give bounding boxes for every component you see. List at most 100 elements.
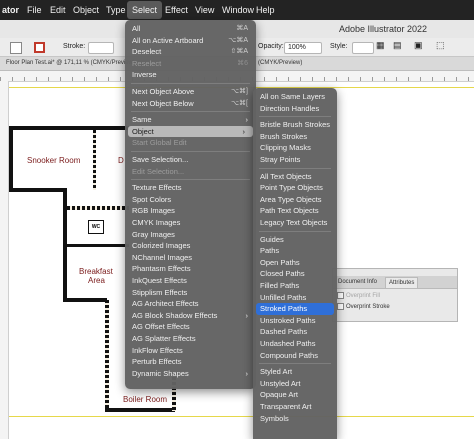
menu-item-label: Undashed Paths [260, 339, 316, 348]
menu-item-label: Next Object Below [132, 98, 194, 108]
menu-item-label: NChannel Images [132, 252, 193, 262]
object-submenu-item-direction-handles[interactable]: Direction Handles [253, 103, 337, 115]
overprint-stroke-row[interactable]: Overprint Stroke [337, 303, 390, 312]
object-submenu-item-stroked-paths[interactable]: Stroked Paths [256, 303, 334, 315]
transform-icon[interactable]: ▣ [414, 40, 423, 50]
select-menu-item-all[interactable]: All ⌘A [125, 23, 256, 35]
object-submenu-item-transparent-art[interactable]: Transparent Art [253, 401, 337, 413]
select-menu-item-ag-offset-effects[interactable]: AG Offset Effects [125, 321, 256, 333]
object-submenu-item-point-type-objects[interactable]: Point Type Objects [253, 182, 337, 194]
select-menu-item-ag-splatter-effects[interactable]: AG Splatter Effects [125, 333, 256, 345]
object-submenu-item-clipping-masks[interactable]: Clipping Masks [253, 142, 337, 154]
select-menu-item-cmyk-images[interactable]: CMYK Images [125, 217, 256, 229]
menu-item-label: Direction Handles [260, 103, 320, 113]
overprint-stroke-checkbox[interactable] [337, 303, 344, 310]
menu-view[interactable]: View [195, 0, 214, 20]
arrange-icon[interactable]: ⬚ [436, 40, 445, 50]
menu-item-label: Perturb Effects [132, 357, 182, 367]
select-menu-item-inverse[interactable]: Inverse [125, 69, 256, 81]
object-submenu-item-symbols[interactable]: Symbols [253, 413, 337, 425]
menu-file[interactable]: File [27, 0, 42, 20]
select-menu-item-next-object-above[interactable]: Next Object Above ⌥⌘] [125, 86, 256, 98]
menu-item-label: Dynamic Shapes [132, 368, 189, 378]
select-menu-item-stipplism-effects[interactable]: Stipplism Effects [125, 287, 256, 299]
select-menu-item-inkquest-effects[interactable]: InkQuest Effects [125, 275, 256, 287]
object-submenu-item-unstyled-art[interactable]: Unstyled Art [253, 378, 337, 390]
object-submenu-item-all-on-same-layers[interactable]: All on Same Layers [253, 91, 337, 103]
object-submenu-item-brush-strokes[interactable]: Brush Strokes [253, 131, 337, 143]
object-submenu-item-dashed-paths[interactable]: Dashed Paths [253, 326, 337, 338]
object-submenu-item-unfilled-paths[interactable]: Unfilled Paths [253, 292, 337, 304]
menu-separator [131, 179, 250, 181]
object-submenu-item-filled-paths[interactable]: Filled Paths [253, 280, 337, 292]
select-menu-item-ag-architect-effects[interactable]: AG Architect Effects [125, 298, 256, 310]
object-submenu-item-all-text-objects[interactable]: All Text Objects [253, 171, 337, 183]
select-menu-item-nchannel-images[interactable]: NChannel Images [125, 252, 256, 264]
object-submenu-item-styled-art[interactable]: Styled Art [253, 366, 337, 378]
object-submenu-item-legacy-text-objects[interactable]: Legacy Text Objects [253, 217, 337, 229]
object-submenu-item-paths[interactable]: Paths [253, 245, 337, 257]
wall-divider [93, 130, 96, 190]
style-field[interactable] [352, 42, 374, 54]
overprint-fill-checkbox[interactable] [337, 292, 344, 299]
object-submenu-item-path-text-objects[interactable]: Path Text Objects [253, 205, 337, 217]
menu-select[interactable]: Select [127, 1, 163, 19]
object-submenu-item-undashed-paths[interactable]: Undashed Paths [253, 338, 337, 350]
select-menu-item-all-on-active-artboard[interactable]: All on Active Artboard ⌥⌘A [125, 35, 256, 47]
menu-item-label: Closed Paths [260, 269, 305, 279]
document-tab[interactable]: Floor Plan Test.ai* @ 171,11 % (CMYK/Pre… [6, 59, 135, 68]
select-menu-item-spot-colors[interactable]: Spot Colors [125, 194, 256, 206]
object-submenu-item-area-type-objects[interactable]: Area Type Objects [253, 194, 337, 206]
menu-help[interactable]: Help [256, 0, 275, 20]
menu-item-label: RGB Images [132, 206, 175, 216]
grid-icon[interactable]: ▦ [376, 40, 385, 50]
select-menu-item-dynamic-shapes[interactable]: Dynamic Shapes › [125, 368, 256, 380]
menu-item-shortcut: ⌘6 [237, 59, 248, 67]
room-label-snooker: Snooker Room [27, 156, 81, 165]
menu-separator [131, 111, 250, 113]
object-submenu-item-open-paths[interactable]: Open Paths [253, 257, 337, 269]
object-submenu-item-compound-paths[interactable]: Compound Paths [253, 350, 337, 362]
select-menu-item-deselect[interactable]: Deselect ⇧⌘A [125, 46, 256, 58]
object-submenu-item-stray-points[interactable]: Stray Points [253, 154, 337, 166]
vertical-ruler[interactable] [0, 81, 9, 439]
fill-swatch[interactable] [10, 42, 22, 54]
panel-tabs: Document Info Attributes [333, 276, 457, 289]
menu-window[interactable]: Window [222, 0, 254, 20]
object-submenu-item-opaque-art[interactable]: Opaque Art [253, 389, 337, 401]
stroke-weight-field[interactable] [88, 42, 114, 54]
select-menu-item-phantasm-effects[interactable]: Phantasm Effects [125, 263, 256, 275]
menu-item-label: Compound Paths [260, 350, 318, 360]
menubar-app-name[interactable]: ator [2, 0, 19, 20]
tab-document-info[interactable]: Document Info [335, 277, 380, 287]
select-menu-item-same[interactable]: Same › [125, 114, 256, 126]
select-menu-item-inkflow-effects[interactable]: InkFlow Effects [125, 345, 256, 357]
object-submenu-item-closed-paths[interactable]: Closed Paths [253, 268, 337, 280]
object-submenu-item-guides[interactable]: Guides [253, 234, 337, 246]
select-menu-item-colorized-images[interactable]: Colorized Images [125, 240, 256, 252]
stroke-swatch[interactable] [34, 42, 45, 53]
wall-boiler-left [105, 300, 109, 410]
overprint-stroke-label: Overprint Stroke [346, 304, 390, 311]
tab-attributes[interactable]: Attributes [385, 277, 419, 288]
app-title: Adobe Illustrator 2022 [339, 24, 428, 34]
select-menu-item-save-selection[interactable]: Save Selection... [125, 154, 256, 166]
select-menu-item-next-object-below[interactable]: Next Object Below ⌥⌘[ [125, 98, 256, 110]
select-menu-item-texture-effects[interactable]: Texture Effects [125, 182, 256, 194]
select-menu-item-gray-images[interactable]: Gray Images [125, 229, 256, 241]
overprint-fill-row[interactable]: Overprint Fill [337, 292, 380, 301]
menu-object[interactable]: Object [73, 0, 99, 20]
menu-type[interactable]: Type [106, 0, 126, 20]
object-submenu-item-bristle-brush-strokes[interactable]: Bristle Brush Strokes [253, 119, 337, 131]
select-menu-item-ag-block-shadow-effects[interactable]: AG Block Shadow Effects › [125, 310, 256, 322]
align-icon[interactable]: ▤ [393, 40, 402, 50]
document-tab-2[interactable]: (CMYK/Preview) [258, 59, 302, 68]
room-label-area: Area [88, 276, 105, 285]
select-menu-item-rgb-images[interactable]: RGB Images [125, 205, 256, 217]
object-submenu-item-unstroked-paths[interactable]: Unstroked Paths [253, 315, 337, 327]
select-menu-item-perturb-effects[interactable]: Perturb Effects [125, 356, 256, 368]
opacity-field[interactable]: 100% [284, 42, 322, 54]
menu-edit[interactable]: Edit [50, 0, 66, 20]
select-menu-item-object[interactable]: Object › [128, 125, 253, 138]
menu-effect[interactable]: Effect [165, 0, 188, 20]
